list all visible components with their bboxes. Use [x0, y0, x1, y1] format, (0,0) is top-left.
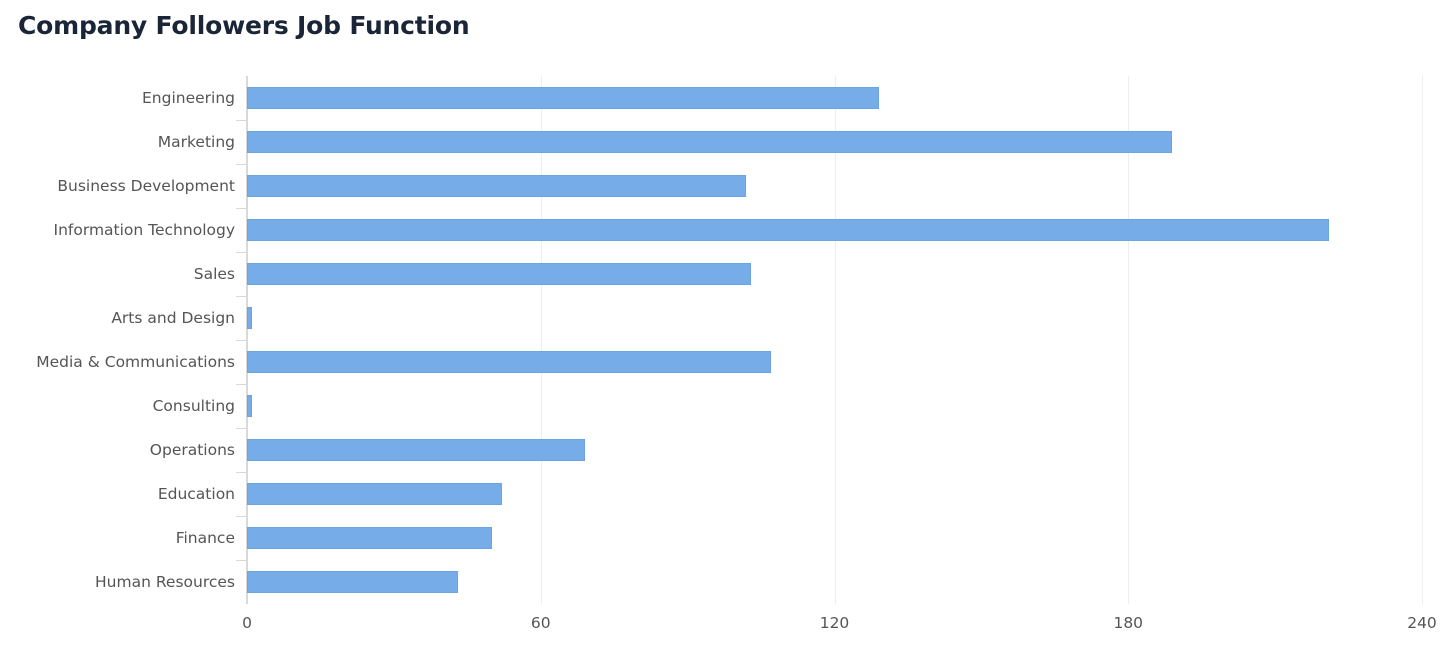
bar-row[interactable]: [247, 208, 1422, 252]
bar[interactable]: [247, 395, 252, 417]
y-axis-tick-label: Engineering: [142, 89, 235, 107]
x-axis-tick-label: 240: [1407, 614, 1437, 632]
x-axis-tick-label: 120: [819, 614, 850, 632]
bar[interactable]: [247, 439, 585, 461]
y-axis-tick-mark: [236, 516, 247, 517]
x-axis-tick-label: 180: [1113, 614, 1144, 632]
y-axis-tick-label: Arts and Design: [111, 309, 235, 327]
y-axis-tick-mark: [236, 208, 247, 209]
bar-row[interactable]: [247, 428, 1422, 472]
y-axis-tick-mark: [236, 384, 247, 385]
bar-row[interactable]: [247, 296, 1422, 340]
y-axis-tick-label: Sales: [193, 265, 235, 283]
bar-row[interactable]: [247, 516, 1422, 560]
bar-row[interactable]: [247, 76, 1422, 120]
gridline: [1422, 76, 1423, 604]
y-axis-tick-label: Human Resources: [95, 573, 235, 591]
bar-row[interactable]: [247, 252, 1422, 296]
bar[interactable]: [247, 527, 492, 549]
y-axis-tick-label: Marketing: [157, 133, 235, 151]
bar[interactable]: [247, 219, 1329, 241]
y-axis-tick-label: Operations: [149, 441, 235, 459]
y-axis-tick-mark: [236, 340, 247, 341]
bar-chart: Company Followers Job Function Engineeri…: [0, 0, 1451, 659]
bar[interactable]: [247, 571, 458, 593]
bar[interactable]: [247, 351, 771, 373]
bar-row[interactable]: [247, 384, 1422, 428]
y-axis-tick-mark: [236, 428, 247, 429]
bar[interactable]: [247, 307, 252, 329]
bar[interactable]: [247, 483, 502, 505]
x-axis-tick-label: 0: [242, 614, 252, 632]
bar[interactable]: [247, 175, 747, 197]
y-axis-tick-label: Education: [157, 485, 235, 503]
bar-row[interactable]: [247, 120, 1422, 164]
bar-row[interactable]: [247, 164, 1422, 208]
bar-row[interactable]: [247, 560, 1422, 604]
plot-area: [247, 76, 1423, 604]
y-axis-tick-label: Information Technology: [53, 221, 235, 239]
x-axis-tick-label: 60: [530, 614, 551, 632]
bar[interactable]: [247, 87, 879, 109]
y-axis-tick-label: Consulting: [152, 397, 235, 415]
bar-row[interactable]: [247, 340, 1422, 384]
bar[interactable]: [247, 131, 1173, 153]
y-axis-tick-mark: [236, 164, 247, 165]
y-axis-tick-mark: [236, 252, 247, 253]
y-axis-tick-mark: [236, 120, 247, 121]
y-axis-tick-label: Finance: [175, 529, 235, 547]
bar-row[interactable]: [247, 472, 1422, 516]
y-axis-tick-mark: [236, 560, 247, 561]
chart-title: Company Followers Job Function: [18, 11, 470, 40]
y-axis-tick-mark: [236, 296, 247, 297]
y-axis-tick-mark: [236, 472, 247, 473]
y-axis-tick-label: Media & Communications: [36, 353, 235, 371]
y-axis-tick-label: Business Development: [57, 177, 235, 195]
bar[interactable]: [247, 263, 752, 285]
